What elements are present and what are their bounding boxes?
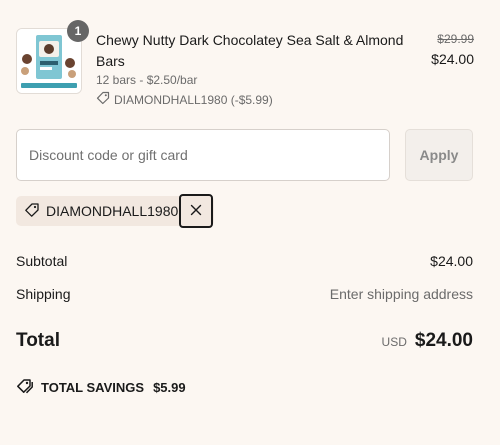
subtotal-value: $24.00	[430, 253, 473, 269]
total-amount: USD $24.00	[382, 330, 473, 352]
discount-code-input[interactable]	[16, 129, 390, 181]
currency-code: USD	[381, 335, 407, 349]
tag-icon	[24, 202, 40, 221]
savings-value: $5.99	[153, 380, 186, 395]
total-savings: TOTAL SAVINGS $5.99	[16, 378, 186, 397]
shipping-row: Shipping Enter shipping address	[16, 286, 473, 302]
product-title: Chewy Nutty Dark Chocolatey Sea Salt & A…	[96, 32, 404, 69]
product-discount: DIAMONDHALL1980 (-$5.99)	[96, 91, 273, 108]
total-row: Total USD $24.00	[16, 330, 473, 352]
total-value: $24.00	[414, 330, 473, 351]
quantity-badge: 1	[67, 20, 89, 42]
product-variant: 12 bars - $2.50/bar	[96, 73, 198, 87]
shipping-label: Shipping	[16, 286, 71, 302]
close-icon	[190, 204, 202, 219]
tag-icon	[96, 91, 110, 108]
subtotal-label: Subtotal	[16, 253, 68, 269]
order-line-item: 1 Chewy Nutty Dark Chocolatey Sea Salt &…	[16, 20, 474, 108]
tag-icon	[16, 378, 34, 397]
savings-label: TOTAL SAVINGS	[41, 380, 145, 395]
subtotal-row: Subtotal $24.00	[16, 253, 473, 269]
apply-button[interactable]: Apply	[405, 129, 473, 181]
current-price: $24.00	[431, 51, 474, 67]
product-discount-label: DIAMONDHALL1980 (-$5.99)	[114, 92, 273, 107]
shipping-value: Enter shipping address	[329, 286, 473, 302]
total-label: Total	[16, 330, 60, 351]
applied-discount-code: DIAMONDHALL1980	[46, 203, 179, 219]
remove-discount-button[interactable]	[179, 194, 213, 228]
original-price: $29.99	[437, 32, 474, 46]
